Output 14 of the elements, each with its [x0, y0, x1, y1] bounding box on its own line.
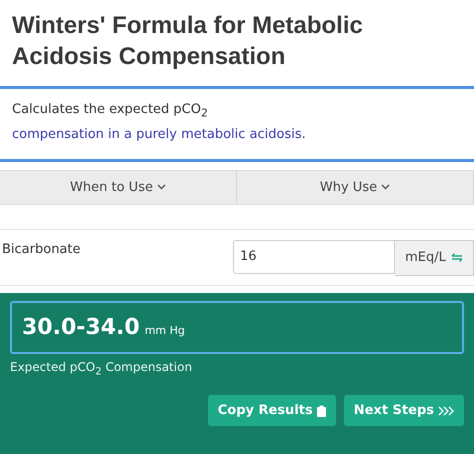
swap-icon: [450, 253, 463, 262]
bicarbonate-field[interactable]: 16: [233, 240, 395, 274]
definition-link[interactable]: compensation in a purely metabolic acidosis: [12, 126, 302, 142]
chevrons-icon: [438, 406, 454, 416]
description: Calculates the expected pCO$_{2}$ compensation in a purely metabolic acidosis.: [12, 101, 307, 144]
unit-toggle[interactable]: mEq/L: [395, 240, 474, 276]
page-title: Winters' Formula for Metabolic Acidosis Compensation: [11, 11, 364, 72]
chevron-icon: [381, 184, 390, 190]
clipboard-icon: [316, 404, 326, 417]
result-unit: mm Hg: [144, 324, 185, 337]
chevron-icon: [156, 184, 166, 190]
field-label: Bicarbonate: [2, 240, 82, 257]
result-value: 30.0-34.0: [22, 314, 140, 340]
result-label: Expected pCO$_{2}$ Compensation: [10, 360, 194, 378]
